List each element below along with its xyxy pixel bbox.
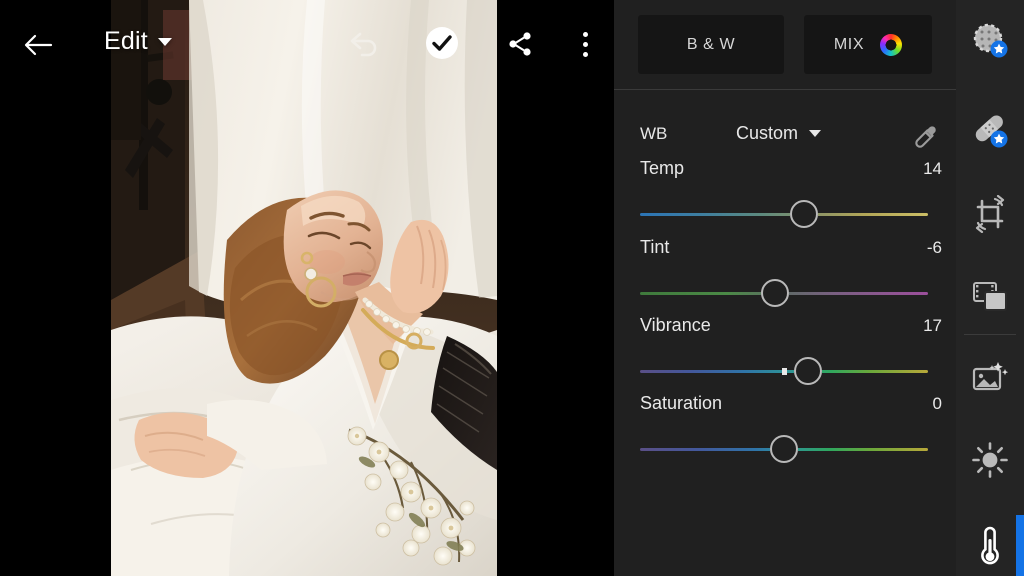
color-mode-row: B & W MIX (614, 0, 956, 89)
bw-mode-label: B & W (686, 35, 736, 53)
three-dots-vertical-icon (582, 31, 588, 57)
slider-track-area[interactable] (640, 357, 928, 385)
slider-header: Tint -6 (640, 237, 942, 258)
wb-label: WB (640, 124, 668, 143)
wb-preset-dropdown[interactable]: Custom (736, 123, 822, 144)
photo-image (111, 0, 497, 576)
slider-header: Temp 14 (640, 158, 942, 179)
mix-mode-button[interactable]: MIX (804, 15, 932, 74)
back-arrow-icon (24, 34, 53, 56)
sun-icon (972, 442, 1008, 478)
slider-label: Vibrance (640, 315, 711, 335)
active-tool-indicator (1016, 515, 1024, 576)
undo-arrow-icon (350, 32, 377, 57)
tool-crop-rotate[interactable] (956, 180, 1024, 248)
eyedropper-button[interactable] (904, 118, 946, 158)
tool-selective-mask[interactable] (956, 6, 1024, 74)
slider-value: 14 (923, 159, 942, 178)
eyedropper-icon (915, 126, 936, 148)
slider-track-area[interactable] (640, 435, 928, 463)
tool-rail (956, 0, 1024, 576)
slider-tint[interactable]: Tint -6 (614, 237, 956, 307)
slider-header: Saturation 0 (640, 393, 942, 414)
wb-preset-value: Custom (736, 123, 799, 143)
rail-divider (964, 334, 1016, 335)
undo-button[interactable] (342, 23, 386, 67)
slider-value: 17 (923, 316, 942, 335)
tool-versions[interactable] (956, 262, 1024, 330)
magic-photo-icon (972, 362, 1009, 391)
tool-auto-enhance[interactable] (956, 344, 1024, 412)
slider-thumb[interactable] (770, 435, 798, 463)
photo-preview[interactable] (111, 0, 497, 576)
mix-mode-label: MIX (833, 35, 865, 53)
slider-thumb[interactable] (790, 200, 819, 228)
white-balance-row: WB Custom (614, 118, 956, 156)
slider-header: Vibrance 17 (640, 315, 942, 336)
panel-divider (614, 89, 956, 90)
canvas-area: Edit (0, 0, 614, 576)
slider-vibrance[interactable]: Vibrance 17 (614, 315, 956, 385)
slider-value: -6 (926, 238, 942, 257)
chevron-down-icon (809, 130, 822, 137)
photo-editor-window: Edit B & W MIX WB Custom Temp 14 Tint -6… (0, 0, 1024, 576)
check-circle-icon (426, 27, 458, 59)
tool-color[interactable] (956, 512, 1024, 576)
share-button[interactable] (500, 24, 540, 64)
crop-rotate-icon (975, 195, 1005, 233)
chevron-down-icon (157, 37, 172, 46)
slider-saturation[interactable]: Saturation 0 (614, 393, 956, 463)
slider-thumb[interactable] (794, 357, 823, 385)
page-title: Edit (104, 27, 148, 55)
slider-track-area[interactable] (640, 200, 928, 228)
slider-track (640, 213, 928, 216)
layers-icon (973, 282, 1007, 311)
commit-button[interactable] (422, 23, 462, 63)
slider-label: Temp (640, 158, 685, 178)
selective-circle-icon (973, 23, 1008, 58)
more-options-button[interactable] (566, 24, 604, 64)
edit-title-dropdown[interactable]: Edit (104, 27, 172, 56)
back-button[interactable] (18, 25, 58, 65)
thermometer-icon (981, 526, 999, 565)
bandage-icon (975, 115, 1008, 148)
slider-thumb[interactable] (761, 279, 790, 307)
color-wheel-icon (880, 33, 903, 56)
bw-mode-button[interactable]: B & W (638, 15, 784, 74)
slider-label: Saturation (640, 393, 723, 413)
tool-healing-brush[interactable] (956, 96, 1024, 164)
color-panel: B & W MIX WB Custom Temp 14 Tint -6 Vibr… (614, 0, 956, 576)
slider-temp[interactable]: Temp 14 (614, 158, 956, 228)
slider-center-tick (781, 368, 787, 375)
share-icon (509, 32, 531, 56)
slider-label: Tint (640, 237, 670, 257)
tool-light[interactable] (956, 426, 1024, 494)
slider-track-area[interactable] (640, 279, 928, 307)
slider-value: 0 (932, 394, 942, 413)
